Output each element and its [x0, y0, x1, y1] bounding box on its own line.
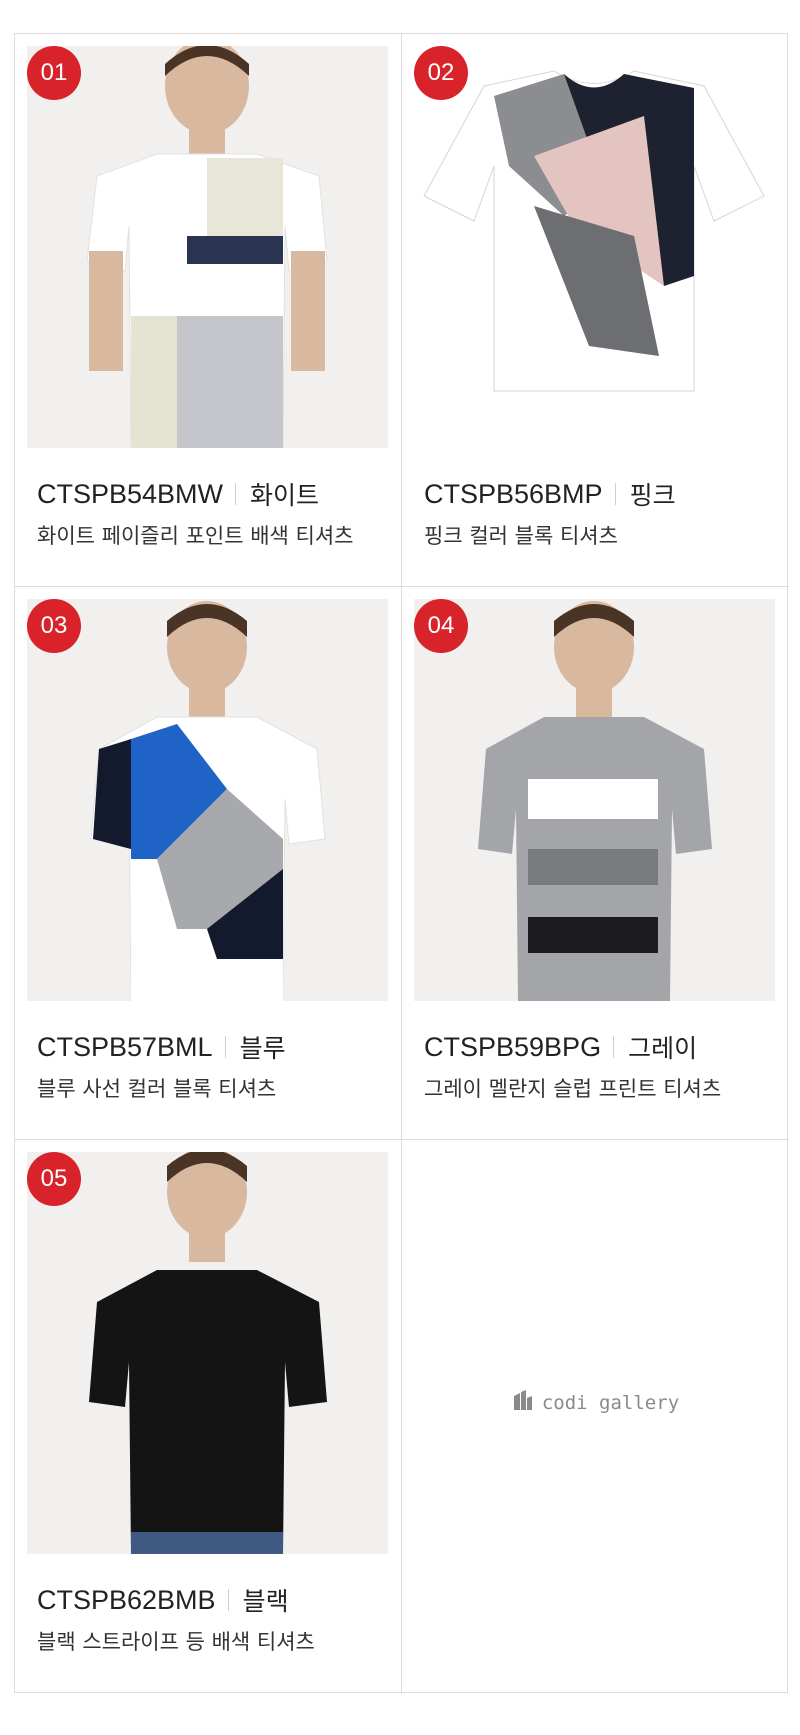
number-badge: 04: [414, 599, 468, 653]
product-code: CTSPB57BML: [37, 1031, 213, 1062]
product-photo-03[interactable]: [27, 599, 388, 1001]
divider: [224, 1036, 226, 1058]
model-black-tshirt-image: [27, 1152, 388, 1554]
product-card-05[interactable]: 05 CTSPB62BMB 블랙 블랙 스트라이프 등 배색 티셔츠: [15, 1140, 402, 1694]
product-title[interactable]: CTSPB62BMB 블랙: [37, 1582, 289, 1618]
product-title[interactable]: CTSPB59BPG 그레이: [424, 1029, 697, 1065]
product-code: CTSPB56BMP: [424, 478, 603, 509]
divider: [227, 1589, 229, 1611]
product-card-02[interactable]: 02 CTSPB56BMP 핑크 핑크 컬러 블록 티셔츠: [402, 34, 789, 587]
product-description: 핑크 컬러 블록 티셔츠: [424, 524, 618, 548]
product-code: CTSPB59BPG: [424, 1031, 602, 1062]
product-card-03[interactable]: 03 CTSPB57BML 블루 블루 사선 컬러 블록 티셔츠: [15, 587, 402, 1140]
divider: [613, 1036, 615, 1058]
building-icon: [512, 1390, 534, 1415]
product-photo-04[interactable]: [414, 599, 775, 1001]
product-color: 핑크: [629, 481, 676, 510]
divider: [235, 483, 237, 505]
product-color: 블루: [239, 1034, 286, 1063]
number-badge: 01: [27, 46, 81, 100]
brand-logo[interactable]: codi gallery: [402, 1390, 789, 1415]
number-badge: 05: [27, 1152, 81, 1206]
product-description: 블루 사선 컬러 블록 티셔츠: [37, 1077, 277, 1101]
product-title[interactable]: CTSPB57BML 블루: [37, 1029, 286, 1065]
product-description: 블랙 스트라이프 등 배색 티셔츠: [37, 1630, 315, 1654]
number-badge: 03: [27, 599, 81, 653]
product-code: CTSPB54BMW: [37, 478, 224, 509]
product-photo-02[interactable]: [414, 46, 775, 448]
product-card-01[interactable]: 01 CTSPB54BMW 화이트 화이트 페이즐리 포인트 배색 티셔츠: [15, 34, 402, 587]
product-code: CTSPB62BMB: [37, 1584, 216, 1615]
product-color: 블랙: [242, 1587, 289, 1616]
number-badge: 02: [414, 46, 468, 100]
product-color: 화이트: [250, 481, 320, 510]
product-description: 화이트 페이즐리 포인트 배색 티셔츠: [37, 524, 354, 548]
model-white-tshirt-image: [27, 46, 388, 448]
product-color: 그레이: [628, 1034, 698, 1063]
product-grid: 01 CTSPB54BMW 화이트 화이트 페이즐리 포인트 배색 티셔츠 02…: [14, 33, 789, 1694]
flat-pink-tshirt-image: [414, 46, 775, 448]
product-description: 그레이 멜란지 슬럽 프린트 티셔츠: [424, 1077, 722, 1101]
brand-logo-text: codi gallery: [541, 1391, 680, 1414]
product-photo-05[interactable]: [27, 1152, 388, 1554]
product-title[interactable]: CTSPB54BMW 화이트: [37, 476, 319, 512]
product-title[interactable]: CTSPB56BMP 핑크: [424, 476, 676, 512]
divider: [614, 483, 616, 505]
model-blue-tshirt-image: [27, 599, 388, 1001]
product-card-04[interactable]: 04 CTSPB59BPG 그레이 그레이 멜란지 슬럽 프린트 티셔츠: [402, 587, 789, 1140]
brand-cell: codi gallery: [402, 1140, 789, 1694]
product-photo-01[interactable]: [27, 46, 388, 448]
model-gray-tshirt-image: [414, 599, 775, 1001]
